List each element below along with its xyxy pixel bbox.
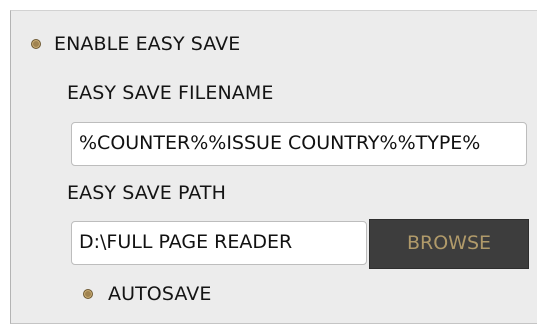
browse-button[interactable]: BROWSE [369,219,529,269]
easy-save-settings-panel: ENABLE EASY SAVE EASY SAVE FILENAME %COU… [10,10,537,324]
autosave-option[interactable]: AUTOSAVE [83,283,211,305]
easy-save-path-heading: EASY SAVE PATH [67,182,226,204]
easy-save-path-label: EASY SAVE PATH [67,182,227,204]
enable-easy-save-option[interactable]: ENABLE EASY SAVE [31,33,240,55]
enable-easy-save-radio-icon[interactable] [31,39,41,49]
enable-easy-save-label: ENABLE EASY SAVE [54,33,241,55]
easy-save-filename-heading: EASY SAVE FILENAME [67,82,273,104]
easy-save-filename-input[interactable]: %COUNTER%%ISSUE COUNTRY%%TYPE% [71,122,527,166]
easy-save-path-input[interactable]: D:\FULL PAGE READER [71,221,367,265]
easy-save-filename-label: EASY SAVE FILENAME [67,82,274,104]
autosave-radio-icon[interactable] [83,289,93,299]
autosave-label: AUTOSAVE [108,283,212,305]
